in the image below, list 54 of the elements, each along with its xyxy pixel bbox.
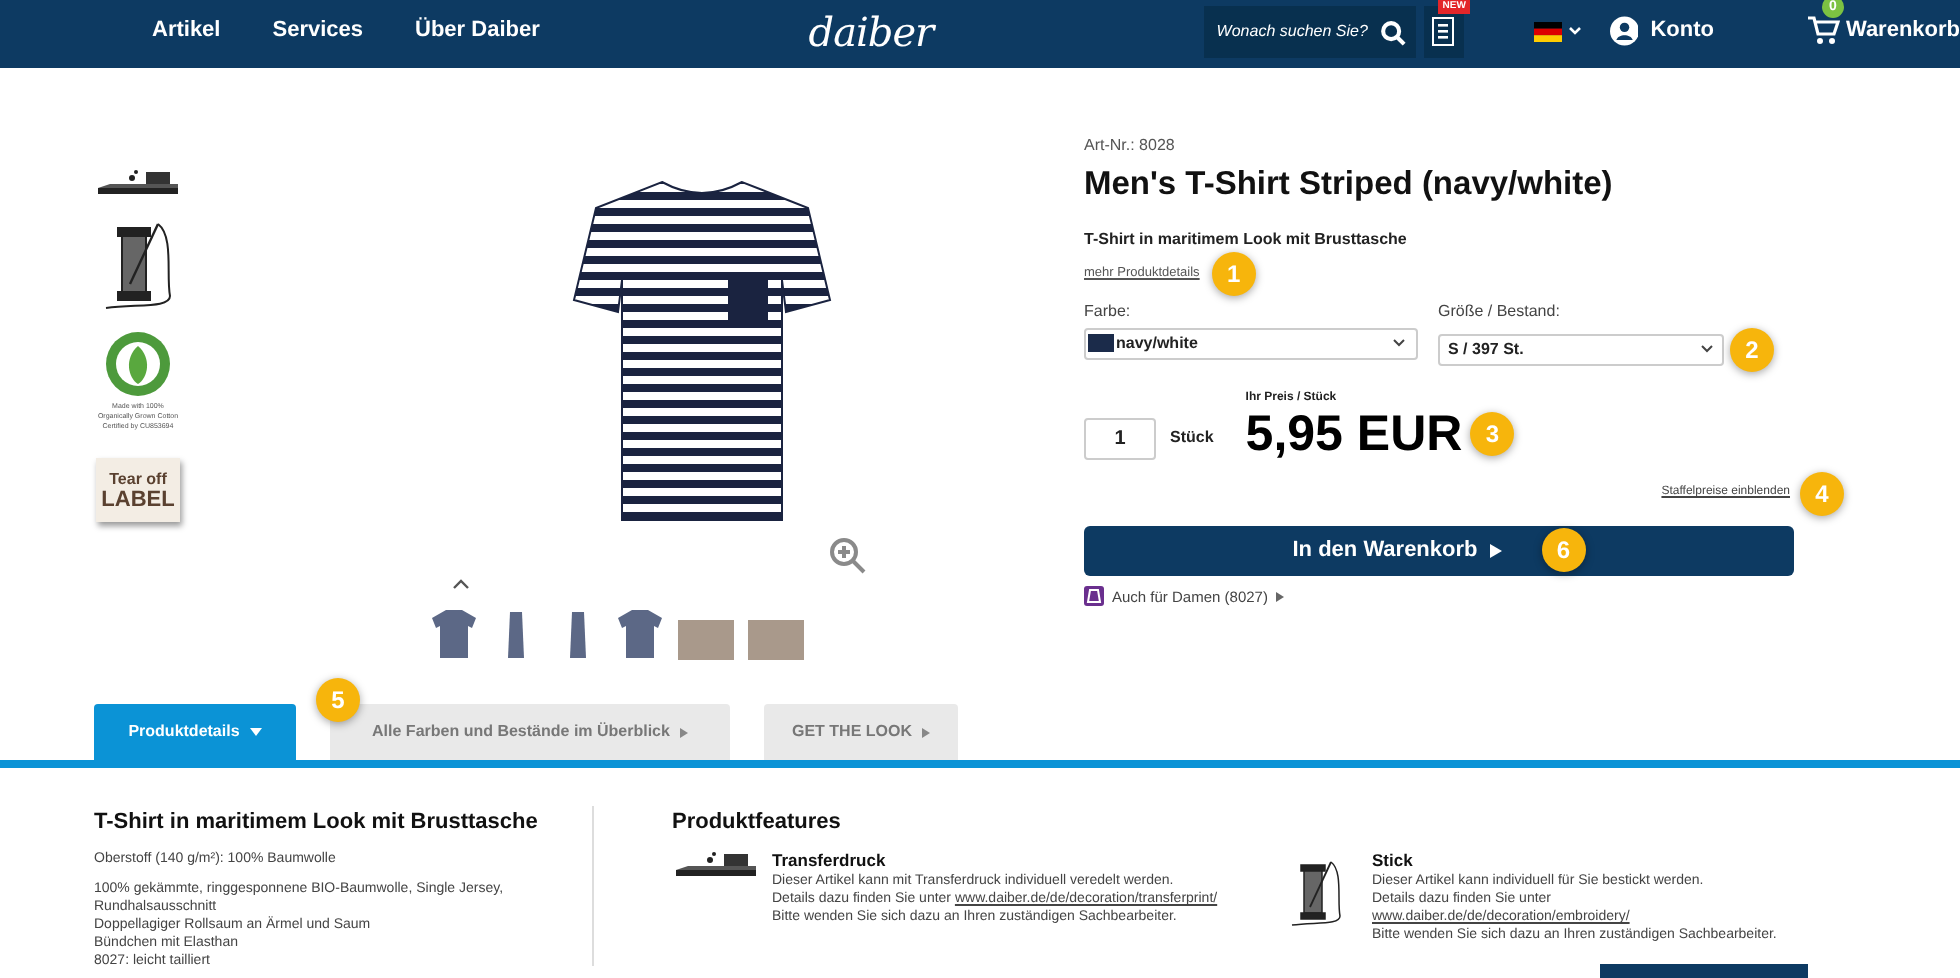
logo[interactable]: daiber [677,1,1065,61]
photo-thumbnail[interactable] [678,620,734,660]
german-flag-icon[interactable] [1533,21,1562,41]
quantity-field[interactable]: 1 [1084,417,1156,460]
article-number: Art-Nr.: 8028 [1084,134,1177,158]
chevron-down-icon[interactable] [1567,26,1582,36]
product-title: Men's T-Shirt Striped (navy/white) [1084,164,1615,206]
triangle-right-icon [679,727,688,737]
shirt-thumbnail[interactable] [430,608,478,660]
print-press-icon [94,166,182,198]
marker-badge: 2 [1730,327,1774,372]
chevron-down-icon [1700,344,1714,355]
caret-down-icon [249,728,262,736]
field-label: Größe / Bestand: [1438,299,1562,324]
clipboard-list-icon[interactable] [1432,16,1455,46]
cart-link[interactable]: Warenkorb [1845,14,1960,48]
size-select[interactable]: S / 397 St. [1438,333,1724,366]
chevron-up-icon[interactable] [452,578,470,590]
tab[interactable]: GET THE LOOK [764,704,958,760]
search-icon[interactable] [1380,19,1407,45]
account-link[interactable]: Konto [1650,14,1714,48]
nav-link[interactable]: Services [272,14,364,48]
shopping-cart-icon[interactable] [1807,16,1840,46]
color-swatch [1088,334,1114,353]
triangle-right-icon [922,727,930,737]
marker-badge: 6 [1541,528,1586,573]
marker-badge: 5 [316,678,360,722]
feature-title: Stick [1372,847,1415,873]
nav-link[interactable]: Über Daiber [415,14,540,48]
price: 5,95 EUR [1245,407,1463,460]
tear-off-label: Tear off LABEL [96,458,180,522]
color-select[interactable]: navy/white [1084,327,1418,360]
field-label: Farbe: [1084,299,1133,324]
marker-badge: 1 [1211,251,1256,296]
marker-badge: 3 [1470,411,1515,456]
shirt-thumbnail[interactable] [616,608,664,660]
triangle-right-icon [1489,543,1502,558]
print-press-icon [672,847,760,879]
chevron-down-icon [1392,338,1406,349]
search-field[interactable]: Wonach suchen Sie? [1204,5,1417,57]
organic-leaf-seal-icon [103,330,172,398]
womens-shirt-icon [1084,586,1104,607]
triangle-right-icon [1275,591,1284,602]
nav-link[interactable]: Artikel [152,14,221,48]
add-to-cart-button[interactable]: In den Warenkorb 6 [1084,525,1794,576]
unit-label: Stück [1170,425,1214,450]
zoom-in-icon[interactable] [830,538,866,574]
marker-badge: 4 [1800,471,1844,516]
photo-thumbnail[interactable] [748,620,804,660]
product-subtitle: T-Shirt in maritimem Look mit Brusttasche [1084,227,1409,252]
feature-title: Transferdruck [772,847,888,873]
details-heading: T-Shirt in maritimem Look mit Brusttasche [94,808,540,838]
features-heading: Produktfeatures [672,808,843,838]
user-icon[interactable] [1609,16,1639,46]
